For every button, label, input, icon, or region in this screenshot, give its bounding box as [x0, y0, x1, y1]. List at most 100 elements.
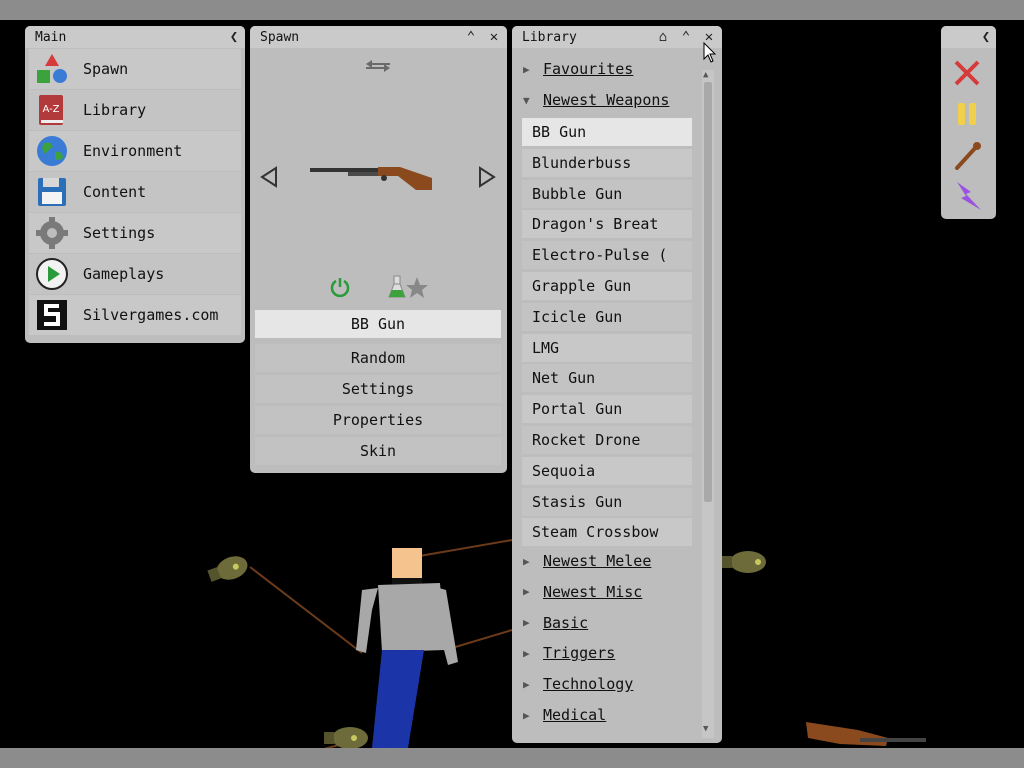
- library-category[interactable]: ▶ Basic: [520, 609, 700, 637]
- library-item[interactable]: LMG: [522, 333, 692, 362]
- shapes-icon: [35, 52, 69, 86]
- library-category[interactable]: ▶ Newest Melee: [520, 547, 700, 575]
- library-item[interactable]: Portal Gun: [522, 395, 692, 424]
- category-label: Triggers: [543, 644, 616, 663]
- bottom-bar: [0, 748, 1024, 768]
- category-label: Newest Melee: [543, 552, 652, 570]
- library-category[interactable]: ▶ Newest Misc: [520, 578, 700, 606]
- ground-rifle: [806, 722, 926, 746]
- collapse-left-icon[interactable]: ❮: [977, 28, 995, 46]
- scrollbar[interactable]: ▲ ▼: [702, 70, 714, 738]
- chevron-up-icon[interactable]: ⌃: [677, 28, 695, 46]
- settings-button[interactable]: Settings: [255, 375, 501, 403]
- collapse-left-icon[interactable]: ❮: [225, 28, 243, 46]
- swap-arrows-icon[interactable]: [364, 59, 392, 73]
- random-button[interactable]: Random: [255, 344, 501, 372]
- svg-text:A-Z: A-Z: [42, 104, 59, 115]
- main-item-content[interactable]: Content: [29, 172, 241, 212]
- library-item-label: Steam Crossbow: [532, 523, 659, 542]
- tools-panel: ❮: [941, 26, 996, 219]
- scrollbar-thumb[interactable]: [704, 82, 712, 502]
- library-item-label: Bubble Gun: [532, 184, 623, 203]
- pause-icon[interactable]: [953, 100, 981, 128]
- book-icon: A-Z: [35, 93, 69, 127]
- main-item-environment[interactable]: Environment: [29, 131, 241, 171]
- expand-arrow-icon: ▶: [523, 554, 530, 568]
- selected-item-button[interactable]: BB Gun: [255, 310, 501, 338]
- main-item-label: Settings: [83, 224, 156, 242]
- collapse-arrow-icon: ▼: [523, 93, 530, 107]
- power-icon[interactable]: [329, 276, 351, 302]
- scroll-up-icon[interactable]: ▲: [703, 70, 708, 80]
- library-panel: Library ⌂ ⌃ ✕ ▶ Favourites ▼ Newest Weap…: [512, 26, 722, 743]
- library-item[interactable]: Sequoia: [522, 456, 692, 485]
- chevron-up-icon[interactable]: ⌃: [462, 28, 480, 46]
- category-favourites[interactable]: ▶ Favourites: [520, 55, 700, 83]
- category-newest-weapons[interactable]: ▼ Newest Weapons: [520, 86, 700, 114]
- main-item-settings[interactable]: Settings: [29, 213, 241, 253]
- skin-button[interactable]: Skin: [255, 437, 501, 465]
- library-item[interactable]: Net Gun: [522, 364, 692, 393]
- library-item-label: Stasis Gun: [532, 492, 623, 511]
- main-item-silvergames[interactable]: Silvergames.com: [29, 295, 241, 335]
- library-item[interactable]: Grapple Gun: [522, 272, 692, 300]
- play-icon: [35, 257, 69, 291]
- home-icon[interactable]: ⌂: [654, 28, 672, 46]
- library-item[interactable]: Steam Crossbow: [522, 518, 692, 547]
- library-item[interactable]: Dragon's Breat: [522, 210, 692, 239]
- mine-left: [207, 556, 248, 582]
- main-item-gameplays[interactable]: Gameplays: [29, 254, 241, 294]
- library-item[interactable]: Bubble Gun: [522, 179, 692, 208]
- library-item-label: LMG: [532, 338, 560, 357]
- expand-arrow-icon: ▶: [523, 62, 530, 76]
- library-category[interactable]: ▶ Triggers: [520, 639, 700, 667]
- close-icon[interactable]: ✕: [485, 28, 503, 46]
- gear-icon: [35, 216, 69, 250]
- properties-button[interactable]: Properties: [255, 406, 501, 434]
- library-item-label: BB Gun: [532, 123, 587, 141]
- main-item-label: Silvergames.com: [83, 306, 219, 324]
- lightning-icon[interactable]: [953, 180, 981, 210]
- scroll-down-icon[interactable]: ▼: [703, 724, 708, 734]
- globe-icon: [35, 134, 69, 168]
- main-item-spawn[interactable]: Spawn: [29, 49, 241, 89]
- bb-gun-preview: [310, 167, 432, 190]
- library-panel-header: Library ⌂ ⌃ ✕: [512, 26, 722, 48]
- mouse-cursor-icon: [703, 42, 717, 63]
- flask-icon[interactable]: [388, 275, 406, 303]
- rope: [249, 566, 363, 654]
- library-category[interactable]: ▶ Technology: [520, 670, 700, 698]
- library-item-label: Sequoia: [532, 461, 596, 480]
- mine-right: [722, 551, 766, 573]
- library-item[interactable]: Electro-Pulse (: [522, 241, 692, 270]
- previous-item-arrow[interactable]: [260, 166, 278, 192]
- main-item-library[interactable]: A-Z Library: [29, 90, 241, 130]
- delete-icon[interactable]: [953, 59, 981, 87]
- library-item[interactable]: Stasis Gun: [522, 487, 692, 516]
- main-item-label: Gameplays: [83, 265, 165, 283]
- category-label: Technology: [543, 675, 634, 694]
- main-item-label: Environment: [83, 142, 183, 160]
- main-item-label: Content: [83, 183, 147, 201]
- silvergames-logo-icon: [35, 298, 69, 332]
- category-label: Basic: [543, 613, 589, 632]
- library-item-label: Grapple Gun: [532, 277, 632, 295]
- expand-arrow-icon: ▶: [523, 585, 530, 599]
- library-item-label: Blunderbuss: [532, 153, 632, 172]
- spawn-panel-title: Spawn: [260, 30, 300, 45]
- library-item[interactable]: Icicle Gun: [522, 302, 692, 331]
- expand-arrow-icon: ▶: [523, 646, 530, 660]
- next-item-arrow[interactable]: [478, 166, 496, 192]
- library-item[interactable]: Blunderbuss: [522, 148, 692, 177]
- expand-arrow-icon: ▶: [523, 616, 530, 630]
- main-item-label: Library: [83, 101, 147, 119]
- star-icon[interactable]: [405, 276, 429, 304]
- library-item-label: Rocket Drone: [532, 431, 641, 449]
- category-label: Newest Weapons: [543, 91, 670, 109]
- drag-icon[interactable]: [953, 140, 981, 170]
- category-label: Medical: [543, 706, 607, 724]
- library-item[interactable]: BB Gun: [522, 118, 692, 146]
- library-item[interactable]: Rocket Drone: [522, 426, 692, 454]
- library-category[interactable]: ▶ Medical: [520, 701, 700, 729]
- main-panel-title: Main: [35, 30, 67, 45]
